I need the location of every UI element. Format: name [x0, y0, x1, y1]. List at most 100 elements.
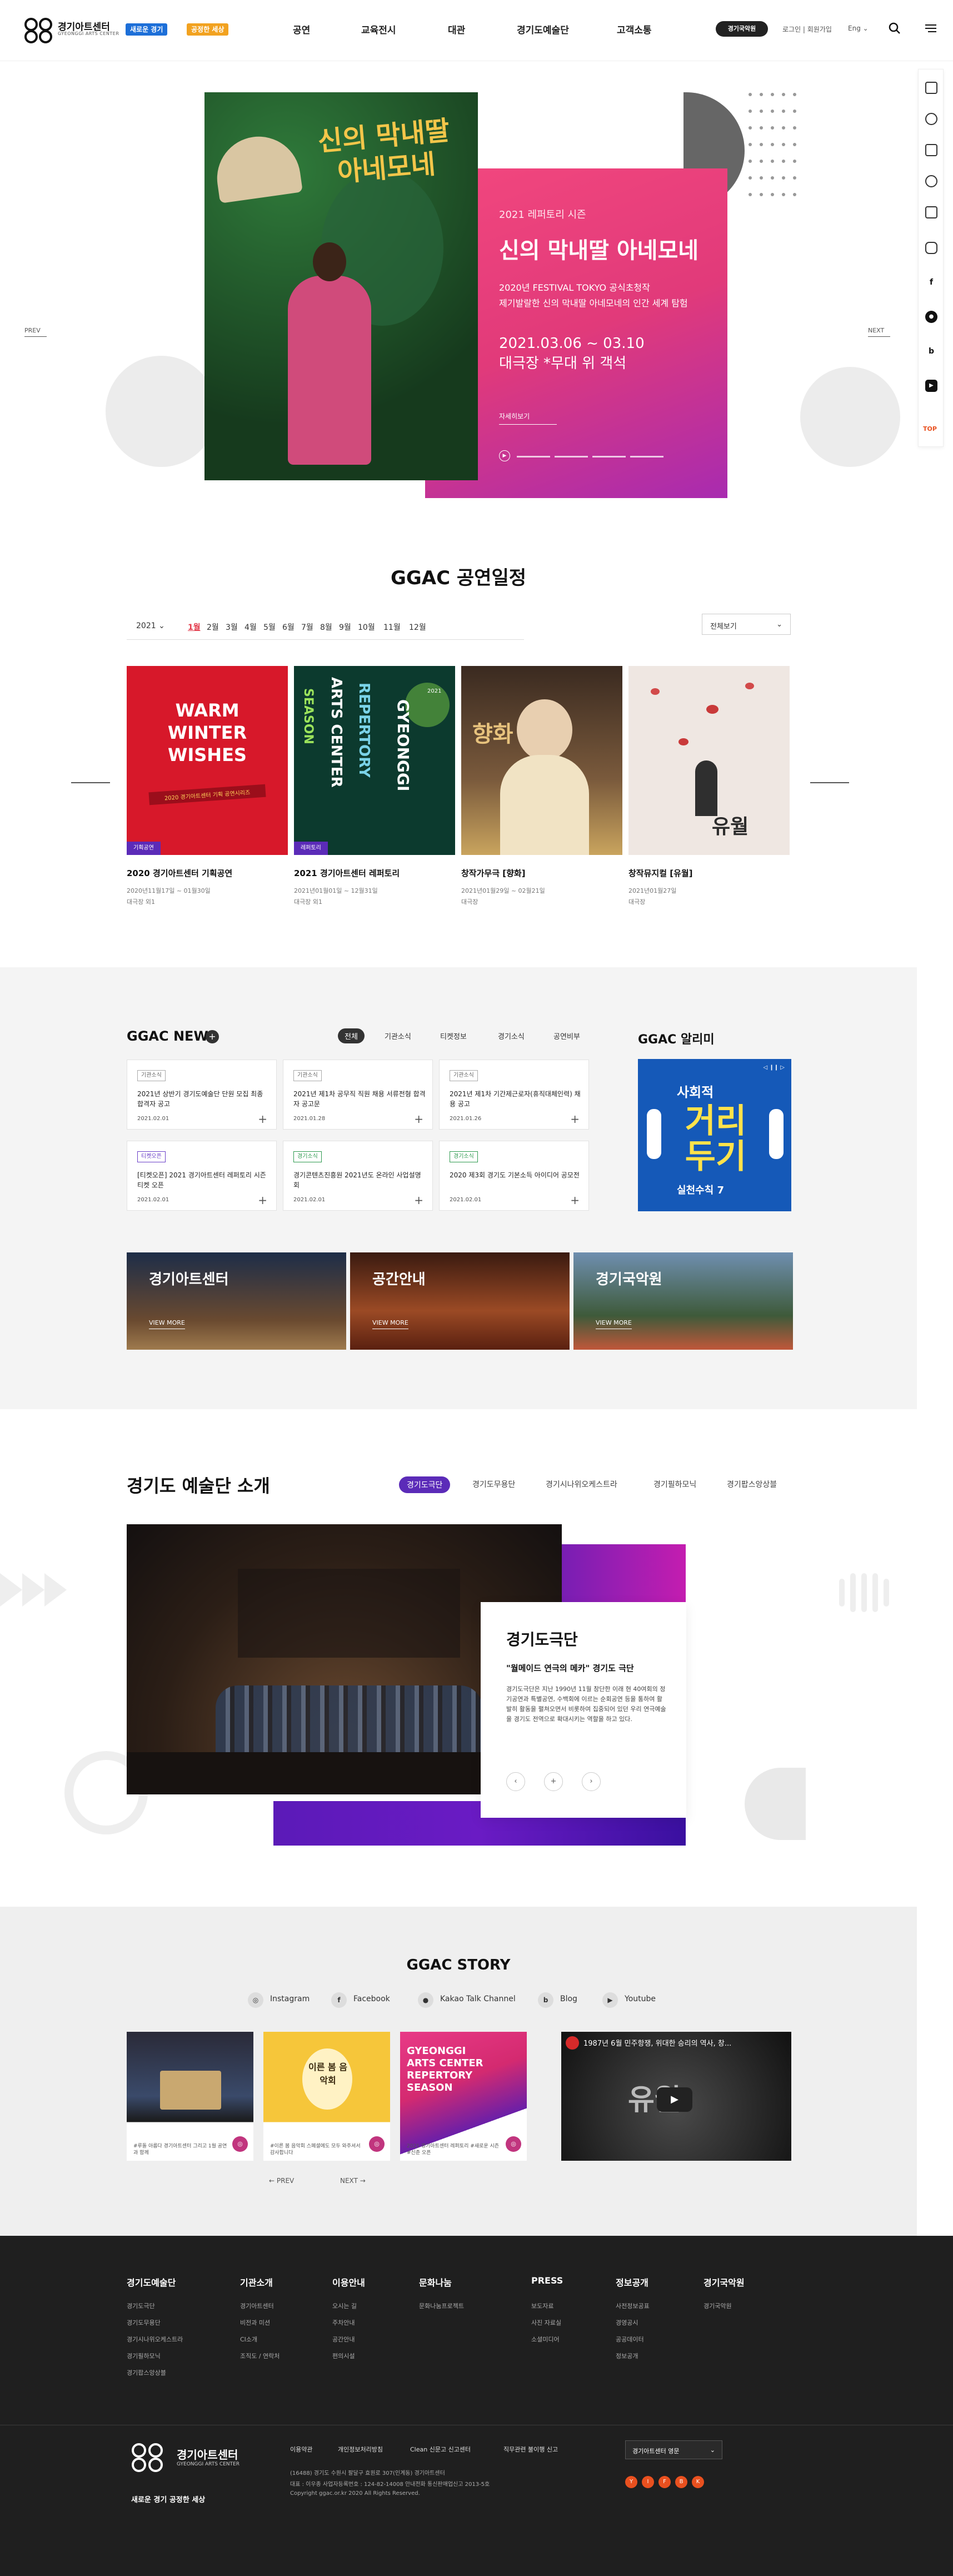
performance-card[interactable]: WARM WINTER WISHES 2020 경기아트센터 기획 공연시리즈 …: [127, 666, 288, 855]
schedule-next-arrow[interactable]: [810, 782, 849, 783]
news-item[interactable]: 티켓오픈 [티켓오픈] 2021 경기아트센터 레퍼토리 시즌 티켓 오픈 20…: [127, 1141, 277, 1211]
footer-link[interactable]: 경기아트센터: [240, 2301, 274, 2310]
month-tab[interactable]: 3월: [226, 621, 238, 633]
blog-icon[interactable]: b: [925, 345, 937, 357]
hero-indicator[interactable]: [517, 456, 550, 457]
play-icon[interactable]: ▶: [499, 450, 510, 461]
blog-icon[interactable]: B: [675, 2476, 687, 2488]
schedule-prev-arrow[interactable]: [71, 782, 110, 783]
footer-link[interactable]: 경기필하모닉: [127, 2351, 161, 2360]
footer-link[interactable]: 경영공시: [616, 2318, 638, 2327]
story-card[interactable]: 이른 봄 음악회 #이른 봄 음악회 스페셜에도 모두 와주셔서 감사합니다 ◎: [263, 2032, 390, 2161]
news-item[interactable]: 기관소식 2021년 제1차 기간제근로자(휴직대체인력) 채용 공고 2021…: [439, 1060, 589, 1130]
blog-icon[interactable]: b: [538, 1992, 553, 2008]
month-tab[interactable]: 4월: [245, 621, 257, 633]
footer-link[interactable]: 편의시설: [332, 2351, 355, 2360]
facebook-icon[interactable]: f: [331, 1992, 347, 2008]
footer-link[interactable]: 경기도극단: [127, 2301, 155, 2310]
ticket-icon[interactable]: [925, 82, 937, 94]
footer-link[interactable]: 오시는 길: [332, 2301, 357, 2310]
book-icon[interactable]: [925, 206, 937, 218]
art-tab[interactable]: 경기시나위오케스트라: [546, 1479, 617, 1490]
footer-link[interactable]: 정보공개: [616, 2351, 638, 2360]
performance-card[interactable]: 유월: [628, 666, 790, 855]
chevron-left-icon[interactable]: ‹: [506, 1772, 525, 1791]
month-tab[interactable]: 12월: [409, 621, 426, 633]
footer-link[interactable]: 비전과 미션: [240, 2318, 270, 2327]
hero-poster[interactable]: 신의 막내딸 아네모네: [204, 92, 478, 480]
year-select[interactable]: 2021 ⌄: [136, 621, 165, 630]
month-tab[interactable]: 11월: [383, 621, 401, 633]
news-item[interactable]: 경기소식 2020 제3회 경기도 기본소득 아이디어 공모전 2021.02.…: [439, 1141, 589, 1211]
footer-link[interactable]: 경기팝스앙상블: [127, 2368, 166, 2377]
top-button[interactable]: TOP: [923, 425, 937, 432]
sns-label[interactable]: Youtube: [625, 1995, 656, 2003]
kakao-icon[interactable]: ●: [418, 1992, 433, 2008]
youtube-icon[interactable]: ▶: [602, 1992, 618, 2008]
news-item[interactable]: 경기소식 경기콘텐츠진흥원 2021년도 온라인 사업설명회 2021.02.0…: [283, 1141, 433, 1211]
card-title[interactable]: 2020 경기아트센터 기획공연: [127, 867, 232, 879]
instagram-icon[interactable]: I: [642, 2476, 654, 2488]
sns-label[interactable]: Kakao Talk Channel: [440, 1995, 516, 2003]
gugak-button[interactable]: 경기국악원: [716, 21, 768, 37]
news-item[interactable]: 기관소식 2021년 제1차 공무직 직원 채용 서류전형 합격자 공고문 20…: [283, 1060, 433, 1130]
sns-label[interactable]: Instagram: [270, 1995, 310, 2003]
youtube-icon[interactable]: Y: [625, 2476, 637, 2488]
month-tab[interactable]: 8월: [320, 621, 332, 633]
month-tab[interactable]: 7월: [301, 621, 313, 633]
art-tab[interactable]: 경기팝스앙상블: [727, 1479, 777, 1490]
notice-pager[interactable]: ◁ ❙❙ ▷: [764, 1065, 785, 1071]
art-tab[interactable]: 경기필하모닉: [653, 1479, 696, 1490]
view-all-select[interactable]: 전체보기 ⌄: [702, 614, 791, 635]
play-icon[interactable]: ▶: [657, 2087, 692, 2112]
venue-card[interactable]: 경기아트센터 VIEW MORE: [127, 1252, 346, 1350]
story-next-button[interactable]: NEXT →: [340, 2177, 366, 2185]
footer-link[interactable]: 소셜미디어: [531, 2335, 560, 2344]
month-tab[interactable]: 6월: [282, 621, 295, 633]
performance-card[interactable]: SEASON ARTS CENTER REPERTORY GYEONGGI 20…: [294, 666, 455, 855]
art-tab[interactable]: 경기도극단: [399, 1476, 451, 1493]
footer-policy-link[interactable]: Clean 신문고 신고센터: [410, 2445, 471, 2454]
kakao-icon[interactable]: K: [692, 2476, 704, 2488]
hero-next-button[interactable]: NEXT: [868, 327, 890, 337]
headset-icon[interactable]: [925, 175, 937, 187]
news-tab[interactable]: 공연비부: [553, 1031, 580, 1041]
footer-link[interactable]: 경기시나위오케스트라: [127, 2335, 183, 2344]
language-select[interactable]: Eng ⌄: [848, 24, 869, 32]
footer-policy-link[interactable]: 개인정보처리방침: [338, 2445, 383, 2454]
footer-link[interactable]: 사진 자료실: [531, 2318, 561, 2327]
news-tab[interactable]: 경기소식: [498, 1031, 525, 1041]
art-tab[interactable]: 경기도무용단: [472, 1479, 515, 1490]
news-tab[interactable]: 티켓정보: [440, 1031, 467, 1041]
performance-card[interactable]: 향화: [461, 666, 622, 855]
instagram-icon[interactable]: ◎: [248, 1992, 263, 2008]
nav-art-groups[interactable]: 경기도예술단: [517, 22, 569, 36]
hero-prev-button[interactable]: PREV: [24, 327, 47, 337]
youtube-icon[interactable]: ▶: [925, 380, 937, 392]
youtube-video[interactable]: 1987년 6월 민주항쟁, 위대한 승리의 역사, 창... 유월 ▶: [561, 2032, 791, 2161]
menu-icon[interactable]: [924, 21, 938, 36]
venue-card[interactable]: 경기국악원 VIEW MORE: [573, 1252, 793, 1350]
footer-policy-link[interactable]: 이용약관: [290, 2445, 312, 2454]
facebook-icon[interactable]: f: [925, 276, 937, 289]
search-icon[interactable]: [887, 21, 902, 36]
footer-link[interactable]: 경기도무용단: [127, 2318, 161, 2327]
nav-education[interactable]: 교육전시: [361, 22, 396, 36]
footer-policy-link[interactable]: 직무관련 불이행 신고: [503, 2445, 558, 2454]
news-tab[interactable]: 전체: [338, 1028, 365, 1043]
month-tab[interactable]: 9월: [339, 621, 351, 633]
hero-indicator[interactable]: [555, 456, 588, 457]
month-tab[interactable]: 1월: [188, 621, 201, 633]
notice-banner[interactable]: ◁ ❙❙ ▷ 사회적 거리 두기 실천수칙 7: [638, 1059, 791, 1211]
footer-link[interactable]: 조직도 / 연락처: [240, 2351, 280, 2360]
footer-link[interactable]: 보도자료: [531, 2301, 553, 2310]
footer-link[interactable]: 공간안내: [332, 2335, 355, 2344]
calendar-icon[interactable]: [925, 144, 937, 156]
login-link[interactable]: 로그인 | 회원가입: [782, 24, 832, 34]
card-title[interactable]: 창작가무극 [향화]: [461, 867, 526, 879]
footer-link[interactable]: 사전정보공표: [616, 2301, 650, 2310]
facebook-icon[interactable]: F: [658, 2476, 671, 2488]
story-card[interactable]: #루돌 아름다 경기아트센터 그리고 1월 공연과 함께 ◎: [127, 2032, 253, 2161]
card-title[interactable]: 2021 경기아트센터 레퍼토리: [294, 867, 400, 879]
footer-link[interactable]: 공공데이터: [616, 2335, 644, 2344]
